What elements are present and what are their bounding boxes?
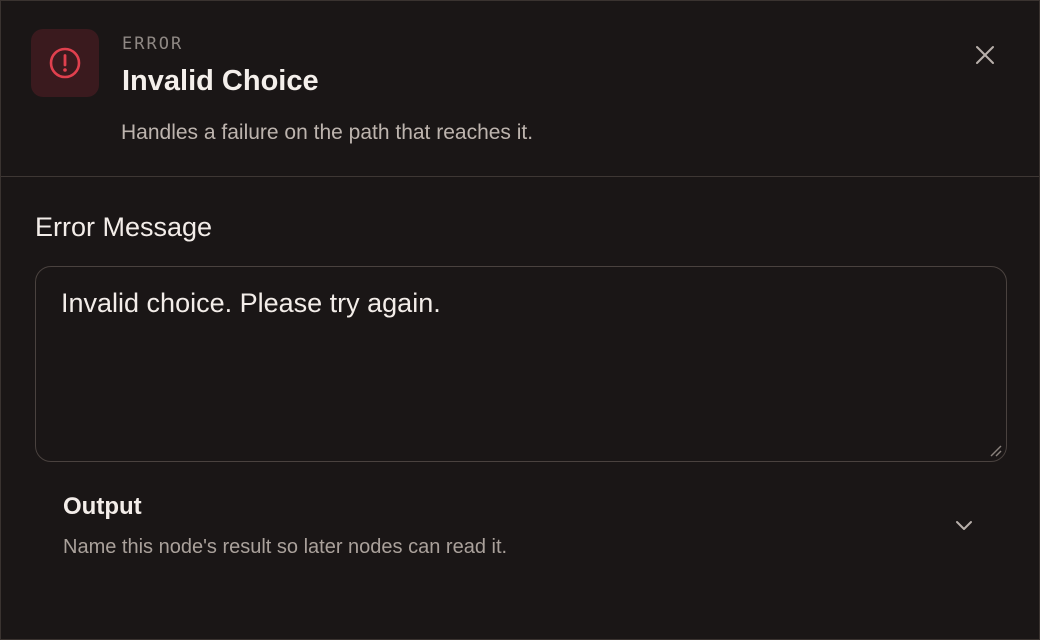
error-message-label: Error Message xyxy=(35,212,213,242)
output-section-toggle[interactable]: Output Name this node's result so later … xyxy=(35,481,1007,577)
node-type-label: ERROR xyxy=(122,34,184,54)
alert-circle-icon xyxy=(49,47,81,79)
output-description: Name this node's result so later nodes c… xyxy=(63,536,508,558)
resize-handle-icon[interactable] xyxy=(988,443,1002,457)
close-icon xyxy=(976,46,994,64)
output-title: Output xyxy=(63,493,142,520)
node-title: Invalid Choice xyxy=(122,65,319,97)
panel-header: ERROR Invalid Choice Handles a failure o… xyxy=(1,1,1039,177)
node-description: Handles a failure on the path that reach… xyxy=(121,121,534,144)
error-message-value[interactable]: Invalid choice. Please try again. xyxy=(61,288,441,319)
chevron-down-icon[interactable] xyxy=(950,516,978,536)
close-button[interactable] xyxy=(969,39,1001,71)
error-node-panel: ERROR Invalid Choice Handles a failure o… xyxy=(0,0,1040,640)
error-icon-tile xyxy=(31,29,99,97)
error-message-textarea[interactable]: Invalid choice. Please try again. xyxy=(35,266,1007,462)
